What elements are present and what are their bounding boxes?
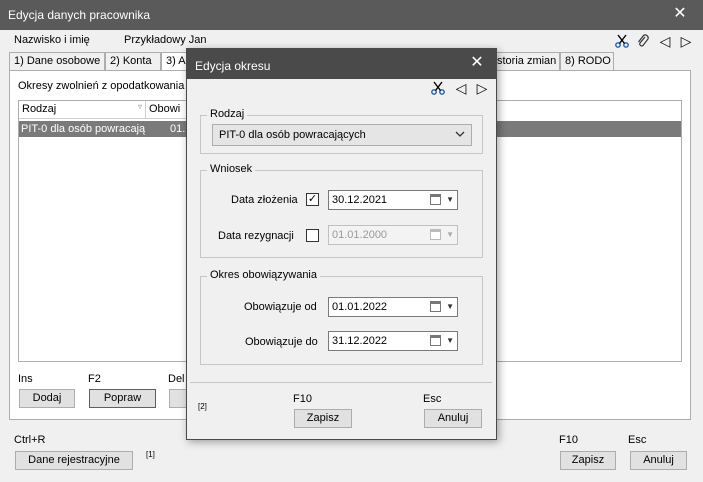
data-zlozenia-checkbox[interactable]: ✓ xyxy=(306,193,319,206)
calendar-icon[interactable] xyxy=(430,335,441,346)
column-header-label: Rodzaj xyxy=(22,103,57,115)
del-shortcut-label: Del xyxy=(168,373,185,385)
rodzaj-select-value: PIT-0 dla osób powracających xyxy=(219,129,366,141)
dialog-scissors-icon[interactable] xyxy=(431,81,445,95)
table-cell-obowiazuje: 01. xyxy=(170,123,186,135)
dropdown-arrow-icon[interactable]: ▼ xyxy=(446,302,454,311)
obowiazuje-od-label: Obowiązuje od xyxy=(244,301,317,313)
dialog-cancel-button[interactable]: Anuluj xyxy=(424,409,482,428)
dialog-title: Edycja okresu xyxy=(195,59,271,73)
data-rezygnacji-label: Data rezygnacji xyxy=(218,230,294,242)
obowiazuje-do-value: 31.12.2022 xyxy=(332,335,388,347)
dropdown-arrow-icon[interactable]: ▼ xyxy=(446,195,454,204)
dialog-save-button[interactable]: Zapisz xyxy=(294,409,352,428)
tab-dane-osobowe[interactable]: 1) Dane osobowe xyxy=(9,52,105,70)
obowiazuje-od-field[interactable]: 01.01.2022 ▼ xyxy=(328,297,458,317)
calendar-icon xyxy=(430,229,441,240)
column-header-rodzaj[interactable]: Rodzaj ▿ xyxy=(19,101,146,119)
calendar-icon[interactable] xyxy=(430,194,441,205)
name-value: Przykładowy Jan xyxy=(124,34,207,46)
chevron-down-icon xyxy=(455,128,465,143)
main-window-title: Edycja danych pracownika xyxy=(8,8,151,22)
esc-shortcut-label: Esc xyxy=(628,434,647,446)
main-close-icon[interactable]: ✕ xyxy=(669,3,691,25)
data-rezygnacji-field: 01.01.2000 ▼ xyxy=(328,225,458,245)
rodzaj-legend: Rodzaj xyxy=(207,108,248,120)
main-title-bar: Edycja danych pracownika ✕ xyxy=(0,0,703,30)
main-save-button[interactable]: Zapisz xyxy=(560,451,616,470)
data-zlozenia-value: 30.12.2021 xyxy=(332,194,388,206)
dialog-separator xyxy=(190,382,492,383)
ins-shortcut-label: Ins xyxy=(18,373,33,385)
main-cancel-button[interactable]: Anuluj xyxy=(630,451,687,470)
data-rezygnacji-checkbox[interactable] xyxy=(306,229,319,242)
okres-group: Okres obowiązywania xyxy=(200,269,483,365)
section-label: Okresy zwolnień z opodatkowania xyxy=(18,80,185,92)
add-button[interactable]: Dodaj xyxy=(19,389,75,408)
tab-historia-zmian[interactable]: storia zmian xyxy=(492,52,560,70)
filter-icon[interactable]: ▿ xyxy=(138,102,142,111)
dropdown-arrow-icon: ▼ xyxy=(446,230,454,239)
ctrl-r-shortcut-label: Ctrl+R xyxy=(14,434,46,446)
data-zlozenia-field[interactable]: 30.12.2021 ▼ xyxy=(328,190,458,210)
edit-button[interactable]: Popraw xyxy=(89,389,156,408)
dialog-title-bar: Edycja okresu ✕ xyxy=(187,49,496,79)
data-rezygnacji-value: 01.01.2000 xyxy=(332,229,388,241)
dialog-prev-icon[interactable]: ◁ xyxy=(454,81,468,95)
calendar-icon[interactable] xyxy=(430,301,441,312)
dialog-close-icon[interactable]: ✕ xyxy=(466,52,488,74)
registration-data-button[interactable]: Dane rejestracyjne xyxy=(15,451,133,470)
dialog-esc-label: Esc xyxy=(423,393,442,405)
next-icon[interactable]: ▷ xyxy=(679,34,693,48)
dropdown-arrow-icon[interactable]: ▼ xyxy=(446,336,454,345)
dialog-next-icon[interactable]: ▷ xyxy=(475,81,489,95)
f2-shortcut-label: F2 xyxy=(88,373,101,385)
name-label: Nazwisko i imię xyxy=(14,34,90,46)
prev-icon[interactable]: ◁ xyxy=(658,34,672,48)
footnote-1: [1] xyxy=(146,450,155,459)
okres-legend: Okres obowiązywania xyxy=(207,269,320,281)
obowiazuje-od-value: 01.01.2022 xyxy=(332,301,388,313)
wniosek-legend: Wniosek xyxy=(207,163,256,175)
obowiazuje-do-field[interactable]: 31.12.2022 ▼ xyxy=(328,331,458,351)
table-cell-rodzaj: PIT-0 dla osób powracają xyxy=(21,123,146,135)
tab-konta[interactable]: 2) Konta xyxy=(105,52,161,70)
scissors-icon[interactable] xyxy=(615,34,629,48)
footnote-2: [2] xyxy=(198,402,207,411)
rodzaj-select[interactable]: PIT-0 dla osób powracających xyxy=(212,124,472,146)
paperclip-icon[interactable] xyxy=(636,34,650,48)
f10-shortcut-label: F10 xyxy=(559,434,578,446)
data-zlozenia-label: Data złożenia xyxy=(231,194,298,206)
tab-rodo[interactable]: 8) RODO xyxy=(560,52,614,70)
obowiazuje-do-label: Obowiązuje do xyxy=(245,336,318,348)
dialog-f10-label: F10 xyxy=(293,393,312,405)
